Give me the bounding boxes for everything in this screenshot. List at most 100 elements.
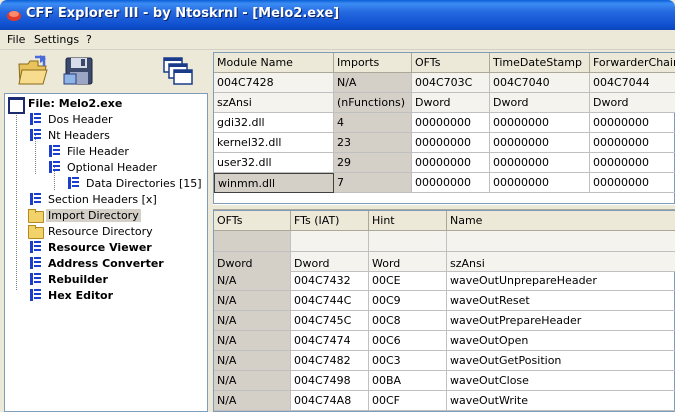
type-cell[interactable]: szAnsi [447, 252, 675, 272]
offset-cell[interactable]: N/A [334, 73, 412, 93]
open-folder-icon[interactable] [16, 54, 50, 88]
column-header[interactable]: FTs (IAT) [291, 211, 369, 231]
modules-table[interactable]: Module Name Imports OFTs TimeDateStamp Forwa… [213, 52, 675, 204]
type-cell[interactable]: Dword [490, 93, 590, 113]
tree-item-dos-header[interactable]: Dos Header [27, 111, 114, 127]
table-cell[interactable]: 00000000 [490, 133, 590, 153]
tree-item-optional-header[interactable]: Optional Header [46, 159, 159, 175]
table-cell[interactable]: 00000000 [490, 173, 590, 193]
blank-cell[interactable] [447, 231, 675, 252]
table-cell[interactable]: 23 [334, 133, 412, 153]
table-cell[interactable]: waveOutGetPosition [447, 351, 675, 371]
column-header[interactable]: Hint [369, 211, 447, 231]
table-cell[interactable]: 00000000 [590, 153, 675, 173]
menu-settings[interactable]: Settings [34, 33, 79, 46]
table-cell[interactable]: 00000000 [590, 133, 675, 153]
table-cell[interactable]: 004C74A8 [291, 391, 369, 411]
table-cell[interactable]: 00000000 [590, 113, 675, 133]
table-cell[interactable]: gdi32.dll [214, 113, 334, 133]
table-cell[interactable]: 00000000 [490, 113, 590, 133]
tree-item-rebuilder[interactable]: Rebuilder [27, 271, 110, 287]
table-cell[interactable]: N/A [214, 271, 291, 291]
type-cell[interactable]: Dword [590, 93, 675, 113]
type-cell[interactable]: Dword [291, 252, 369, 272]
blank-cell[interactable] [369, 231, 447, 252]
menu-help[interactable]: ? [86, 33, 92, 46]
table-cell[interactable]: N/A [214, 331, 291, 351]
tree-item-hex-editor[interactable]: Hex Editor [27, 287, 115, 303]
table-cell[interactable]: 00000000 [412, 133, 490, 153]
table-cell[interactable]: 00000000 [590, 173, 675, 193]
blank-cell[interactable] [291, 231, 369, 252]
table-cell[interactable]: waveOutOpen [447, 331, 675, 351]
offset-cell[interactable]: 004C703C [412, 73, 490, 93]
column-header[interactable]: TimeDateStamp [490, 53, 590, 73]
table-cell[interactable]: N/A [214, 371, 291, 391]
table-cell[interactable]: N/A [214, 351, 291, 371]
blank-cell[interactable] [214, 231, 291, 252]
table-cell[interactable]: 29 [334, 153, 412, 173]
table-cell[interactable]: 004C7482 [291, 351, 369, 371]
table-cell[interactable]: waveOutWrite [447, 391, 675, 411]
table-cell[interactable]: 00BA [369, 371, 447, 391]
tree-item-data-directories[interactable]: Data Directories [15] [65, 175, 204, 191]
tree-item-nt-headers[interactable]: Nt Headers [27, 127, 112, 143]
type-cell[interactable]: Dword [214, 252, 291, 272]
offset-cell[interactable]: 004C7044 [590, 73, 675, 93]
table-cell[interactable]: 00CF [369, 391, 447, 411]
table-cell[interactable]: 00000000 [412, 173, 490, 193]
table-cell[interactable]: 004C7474 [291, 331, 369, 351]
table-cell[interactable]: 004C7432 [291, 271, 369, 291]
table-cell[interactable]: 004C744C [291, 291, 369, 311]
table-cell[interactable]: 4 [334, 113, 412, 133]
offset-cell[interactable]: 004C7040 [490, 73, 590, 93]
table-cell[interactable]: waveOutUnprepareHeader [447, 271, 675, 291]
table-cell[interactable]: 00000000 [412, 113, 490, 133]
table-cell[interactable]: 7 [334, 173, 412, 193]
functions-table[interactable]: OFTs FTs (IAT) Hint Name Dword Dword Word szAns… [213, 210, 675, 412]
tree-view[interactable]: File: Melo2.exe Dos Header Nt Headers Fi… [4, 93, 208, 412]
column-header[interactable]: OFTs [412, 53, 490, 73]
table-cell[interactable]: 00C6 [369, 331, 447, 351]
table-cell[interactable]: 004C7498 [291, 371, 369, 391]
tree-item-import-directory[interactable]: Import Directory [27, 207, 141, 223]
column-header[interactable]: Module Name [214, 53, 334, 73]
table-cell[interactable]: waveOutPrepareHeader [447, 311, 675, 331]
tree-item-resource-directory[interactable]: Resource Directory [27, 223, 155, 239]
document-icon [27, 192, 43, 206]
table-cell[interactable]: 00C9 [369, 291, 447, 311]
table-cell[interactable]: kernel32.dll [214, 133, 334, 153]
table-cell[interactable]: 004C745C [291, 311, 369, 331]
table-cell[interactable]: 00C3 [369, 351, 447, 371]
table-cell[interactable]: N/A [214, 391, 291, 411]
tree-item-file[interactable]: File: Melo2.exe [7, 95, 124, 114]
tree-item-file-header[interactable]: File Header [46, 143, 131, 159]
table-cell[interactable]: user32.dll [214, 153, 334, 173]
column-header[interactable]: ForwarderChain [590, 53, 675, 73]
save-disk-icon[interactable] [62, 54, 96, 88]
menu-file[interactable]: File [7, 33, 25, 46]
table-cell[interactable]: 00C8 [369, 311, 447, 331]
column-header[interactable]: OFTs [214, 211, 291, 231]
tree-item-section-headers[interactable]: Section Headers [x] [27, 191, 159, 207]
table-cell[interactable]: N/A [214, 291, 291, 311]
column-header[interactable]: Imports [334, 53, 412, 73]
type-cell[interactable]: (nFunctions) [334, 93, 412, 113]
tree-item-address-converter[interactable]: Address Converter [27, 255, 166, 271]
title-bar[interactable]: CFF Explorer III - by Ntoskrnl - [Melo2.… [0, 0, 675, 30]
table-cell[interactable]: waveOutReset [447, 291, 675, 311]
type-cell[interactable]: Word [369, 252, 447, 272]
table-cell[interactable]: 00000000 [412, 153, 490, 173]
tree-item-resource-viewer[interactable]: Resource Viewer [27, 239, 154, 255]
column-header[interactable]: Name [447, 211, 675, 231]
type-cell[interactable]: Dword [412, 93, 490, 113]
table-cell[interactable]: 00CE [369, 271, 447, 291]
offset-cell[interactable]: 004C7428 [214, 73, 334, 93]
tree-item-label: File Header [67, 144, 129, 158]
table-cell[interactable]: 00000000 [490, 153, 590, 173]
table-cell[interactable]: winmm.dll [214, 173, 334, 193]
table-cell[interactable]: N/A [214, 311, 291, 331]
type-cell[interactable]: szAnsi [214, 93, 334, 113]
windows-icon[interactable] [160, 54, 194, 88]
table-cell[interactable]: waveOutClose [447, 371, 675, 391]
